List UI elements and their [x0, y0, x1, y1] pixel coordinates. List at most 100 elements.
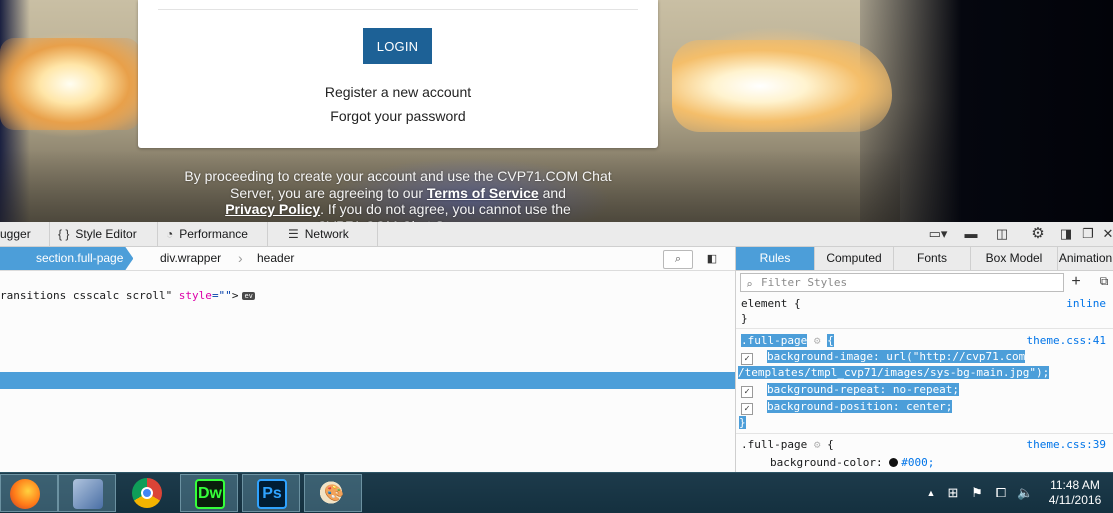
close-devtools-icon[interactable]: ✕ — [1100, 226, 1113, 242]
rule2-header: .full-page ⚙ { — [741, 438, 834, 452]
element-rule-selector[interactable]: element { — [741, 297, 801, 311]
firefox-icon — [10, 479, 40, 509]
login-button[interactable]: LOGIN — [363, 28, 432, 64]
rule1-decl1-line2[interactable]: /templates/tmpl_cvp71/images/sys-bg-main… — [738, 366, 1050, 379]
responsive-mode-icon[interactable]: ◫ — [994, 226, 1010, 242]
card-divider — [158, 9, 638, 10]
taskbar-filezilla[interactable] — [58, 474, 116, 512]
taskbar-firefox[interactable] — [0, 474, 58, 512]
breadcrumb-item-section[interactable]: section.full-page — [14, 247, 133, 270]
consent-text-part3: . If you do not agree, you cannot use th… — [317, 201, 571, 222]
tab-network-label: Network — [304, 227, 349, 241]
markup-search-icon[interactable]: ⌕ — [663, 250, 693, 269]
login-card: LOGIN Register a new account Forgot your… — [138, 0, 658, 148]
split-console-icon[interactable]: ▬ — [963, 226, 979, 242]
tab-style-editor[interactable]: { } Style Editor — [50, 222, 158, 246]
network-icon: ☰ — [288, 227, 299, 241]
taskbar-dreamweaver[interactable]: Dw — [180, 474, 238, 512]
tab-debugger-label: ugger — [0, 227, 31, 241]
markup-attr-value: ="" — [211, 289, 232, 302]
decl-checkbox[interactable]: ✓ — [741, 386, 753, 398]
decl-checkbox[interactable]: ✓ — [741, 403, 753, 415]
background-headlight-right — [672, 40, 892, 132]
frame-select-icon[interactable]: ▭▾ — [925, 226, 951, 242]
rule1-close: } — [739, 416, 746, 430]
tab-debugger[interactable]: ugger — [0, 222, 50, 246]
tab-style-editor-label: Style Editor — [75, 227, 137, 241]
undock-window-icon[interactable]: ❐ — [1080, 226, 1096, 242]
windows-taskbar: Dw Ps 🎨 ▲ ⊞ ⚑ ⧠ 🔈 11:48 AM 4/11/2016 — [0, 472, 1113, 513]
selected-node-row[interactable] — [0, 372, 735, 389]
breadcrumb-chevron-icon: › — [238, 250, 243, 266]
toggle-pseudo-classes-icon[interactable]: ⧉ — [1096, 274, 1112, 290]
privacy-policy-link[interactable]: Privacy Policy — [225, 201, 320, 217]
photoshop-icon: Ps — [257, 479, 287, 509]
rule1-decl3[interactable]: background-position: center; — [767, 400, 953, 413]
forgot-password-link[interactable]: Forgot your password — [138, 108, 658, 124]
taskbar-chrome[interactable] — [118, 474, 176, 512]
rule-gear-icon[interactable]: ⚙ — [814, 438, 821, 451]
filter-placeholder: Filter Styles — [761, 276, 848, 289]
devtools-panel: ugger { } Style Editor ◔ Performance ☰ Netw… — [0, 222, 1113, 472]
rule2-decl1-name: background-color: — [770, 456, 890, 469]
tab-computed[interactable]: Computed — [815, 247, 894, 270]
rule1-decl1-line1[interactable]: background-image: url("http://cvp71.com — [767, 350, 1026, 363]
tab-network[interactable]: ☰ Network — [268, 222, 378, 246]
rule1-close-brace: } — [739, 416, 746, 429]
markup-class-text: ransitions csscalc scroll" — [0, 289, 173, 302]
consent-text-part2: and — [538, 184, 566, 201]
breadcrumb-item-wrapper[interactable]: div.wrapper — [160, 247, 221, 270]
tab-performance[interactable]: ◔ Performance — [158, 222, 268, 246]
breadcrumb-item-header[interactable]: header — [257, 247, 294, 270]
rule2-decl-background-color[interactable]: background-color: #000; — [770, 456, 934, 470]
filezilla-icon — [73, 479, 103, 509]
action-center-icon[interactable]: ⚑ — [969, 485, 985, 501]
filter-search-icon: ⌕ — [746, 278, 753, 291]
element-rule-close: } — [741, 312, 748, 325]
paint-palette-icon: 🎨 — [319, 479, 349, 509]
rule1-source-link[interactable]: theme.css:41 — [1027, 334, 1106, 348]
rule2-selector[interactable]: .full-page — [741, 438, 807, 451]
rule-gear-icon[interactable]: ⚙ — [814, 334, 821, 347]
rule1-decl-background-position: ✓ background-position: center; — [741, 400, 953, 415]
rule1-decl-background-image: ✓ background-image: url("http://cvp71.com — [741, 350, 1026, 365]
terms-of-service-link[interactable]: Terms of Service — [427, 185, 539, 201]
taskbar-photoshop[interactable]: Ps — [242, 474, 300, 512]
markup-breadcrumb: section.full-page div.wrapper › header ⌕… — [0, 247, 735, 271]
rule1-open-brace: { — [827, 334, 834, 347]
background-headlight-left — [0, 38, 140, 130]
rule1-header: .full-page ⚙ { — [741, 334, 834, 348]
tab-performance-label: Performance — [179, 227, 248, 241]
tab-fonts[interactable]: Fonts — [894, 247, 971, 270]
windows-flag-icon[interactable]: ⊞ — [945, 485, 961, 501]
add-rule-icon[interactable]: + — [1068, 273, 1084, 291]
show-hidden-icons-icon[interactable]: ▲ — [923, 485, 939, 501]
tab-rules[interactable]: Rules — [736, 247, 815, 270]
color-swatch-icon[interactable] — [889, 458, 899, 467]
markup-attr-name: style — [172, 289, 212, 302]
rule1-decl2[interactable]: background-repeat: no-repeat; — [767, 383, 960, 396]
decl-checkbox[interactable]: ✓ — [741, 353, 753, 365]
tab-box-model[interactable]: Box Model — [971, 247, 1058, 270]
rule-separator — [736, 433, 1113, 434]
settings-gear-icon[interactable]: ⚙ — [1030, 226, 1046, 242]
event-badge[interactable]: ev — [242, 292, 255, 300]
devtools-toolbar: ugger { } Style Editor ◔ Performance ☰ Netw… — [0, 222, 1113, 247]
filter-styles-input[interactable]: ⌕ Filter Styles — [740, 273, 1064, 292]
volume-icon[interactable]: 🔈 — [1017, 485, 1033, 501]
tab-animations[interactable]: Animation — [1058, 247, 1113, 270]
element-rule-source[interactable]: inline — [1066, 297, 1106, 311]
rule2-decl1-value: #000; — [901, 456, 935, 469]
rule1-selector[interactable]: .full-page — [741, 334, 808, 347]
system-clock[interactable]: 11:48 AM 4/11/2016 — [1046, 478, 1104, 508]
register-account-link[interactable]: Register a new account — [138, 84, 658, 100]
toggle-sidebar-icon[interactable]: ◧ — [704, 251, 720, 267]
taskbar-paint[interactable]: 🎨 — [304, 474, 362, 512]
dreamweaver-icon: Dw — [195, 479, 225, 509]
rule2-open-brace: { — [827, 438, 834, 451]
rule2-source-link[interactable]: theme.css:39 — [1027, 438, 1106, 452]
dock-side-icon[interactable]: ◨ — [1058, 226, 1074, 242]
network-status-icon[interactable]: ⧠ — [993, 485, 1009, 501]
markup-line[interactable]: ransitions csscalc scroll" style=""> ev — [0, 289, 255, 302]
rules-sidepanel: Rules Computed Fonts Box Model Animation… — [735, 247, 1113, 472]
